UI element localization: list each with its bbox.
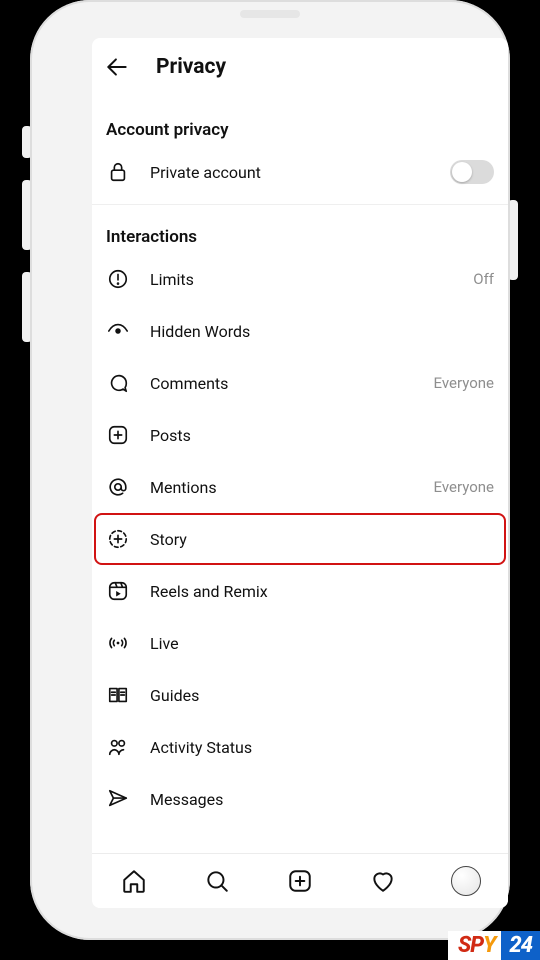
watermark-num: 24 (501, 931, 540, 960)
activity-label: Activity Status (150, 738, 494, 757)
nav-home[interactable] (119, 866, 149, 896)
guides-label: Guides (150, 686, 494, 705)
reels-label: Reels and Remix (150, 582, 494, 601)
back-button[interactable] (104, 54, 130, 80)
row-hidden-words[interactable]: Hidden Words (92, 305, 508, 357)
nav-profile[interactable] (451, 866, 481, 896)
page-header: Privacy (92, 38, 508, 98)
story-add-icon (106, 527, 130, 551)
row-mentions[interactable]: Mentions Everyone (92, 461, 508, 513)
comments-label: Comments (150, 374, 414, 393)
warning-circle-icon (106, 267, 130, 291)
row-private-account[interactable]: Private account (92, 146, 508, 198)
phone-frame: Privacy Account privacy Private account … (30, 0, 510, 940)
row-comments[interactable]: Comments Everyone (92, 357, 508, 409)
row-limits[interactable]: Limits Off (92, 253, 508, 305)
toggle-knob (452, 162, 472, 182)
mentions-status: Everyone (434, 478, 494, 496)
private-account-label: Private account (150, 163, 430, 182)
row-activity-status[interactable]: Activity Status (92, 721, 508, 773)
private-account-toggle[interactable] (450, 160, 494, 184)
row-live[interactable]: Live (92, 617, 508, 669)
reels-icon (106, 579, 130, 603)
story-label: Story (150, 530, 494, 549)
row-guides[interactable]: Guides (92, 669, 508, 721)
posts-label: Posts (150, 426, 494, 445)
lock-icon (106, 160, 130, 184)
nav-create[interactable] (285, 866, 315, 896)
hidden-words-label: Hidden Words (150, 322, 494, 341)
row-reels[interactable]: Reels and Remix (92, 565, 508, 617)
section-account-privacy-title: Account privacy (92, 98, 508, 146)
row-messages[interactable]: Messages (92, 773, 508, 825)
live-label: Live (150, 634, 494, 653)
app-screen: Privacy Account privacy Private account … (92, 38, 508, 908)
bottom-nav (92, 853, 508, 908)
nav-activity[interactable] (368, 866, 398, 896)
row-posts[interactable]: Posts (92, 409, 508, 461)
messages-icon (106, 787, 130, 811)
phone-speaker (240, 10, 300, 18)
live-icon (106, 631, 130, 655)
eye-hidden-icon (106, 319, 130, 343)
mentions-label: Mentions (150, 478, 414, 497)
limits-status: Off (473, 270, 494, 288)
watermark: SPY 24 (448, 931, 540, 960)
limits-label: Limits (150, 270, 453, 289)
section-interactions-title: Interactions (92, 205, 508, 253)
avatar-icon (451, 866, 481, 896)
comments-status: Everyone (434, 374, 494, 392)
activity-icon (106, 735, 130, 759)
page-title: Privacy (156, 55, 226, 79)
watermark-brand: SPY (448, 931, 501, 960)
row-story[interactable]: Story (94, 513, 506, 565)
nav-search[interactable] (202, 866, 232, 896)
messages-label: Messages (150, 790, 494, 809)
guides-icon (106, 683, 130, 707)
plus-square-icon (106, 423, 130, 447)
comment-icon (106, 371, 130, 395)
at-icon (106, 475, 130, 499)
